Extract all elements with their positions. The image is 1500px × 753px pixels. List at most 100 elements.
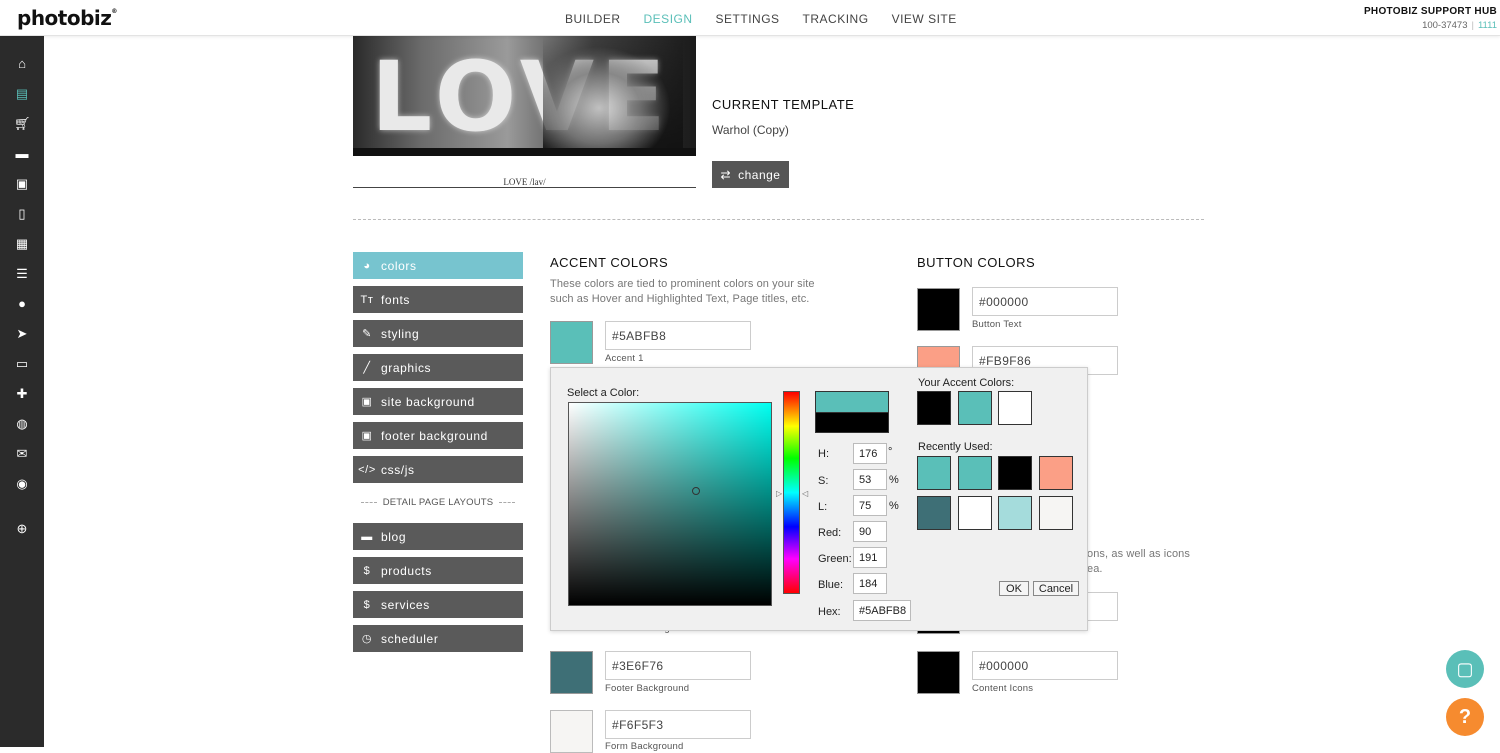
palette-icon: ◕ [363,259,371,272]
recent-color-swatch[interactable] [958,456,992,490]
design-icon[interactable]: ▤ [14,86,30,102]
menu-item-products[interactable]: $ products [353,557,523,584]
menu-item-label: site background [381,394,475,409]
users-icon[interactable]: ● [14,296,30,312]
content-icons-swatch[interactable] [917,651,960,694]
menu-item-styling[interactable]: ✎ styling [353,320,523,347]
hue-arrow-right-icon[interactable]: ◁ [802,489,808,498]
red-input[interactable]: 90 [853,521,887,542]
recent-color-swatch[interactable] [998,456,1032,490]
form-background-hex-input[interactable]: #F6F5F3 [605,710,751,739]
menu-item-footer-background[interactable]: ▣ footer background [353,422,523,449]
recent-color-swatch[interactable] [1039,456,1073,490]
home-icon[interactable]: ⌂ [14,56,30,72]
globe-icon[interactable]: ◍ [14,416,30,432]
menu-item-graphics[interactable]: ╱ graphics [353,354,523,381]
gallery-icon[interactable]: ▣ [14,176,30,192]
saturation-lightness-area[interactable] [568,402,772,606]
accent-colors-desc-2: such as Hover and Highlighted Text, Page… [550,293,810,305]
recent-color-swatch[interactable] [917,456,951,490]
accent-colors-desc-1: These colors are tied to prominent color… [550,278,815,290]
support-hub[interactable]: PHOTOBIZ SUPPORT HUB 100-37473 | 1111 [1364,5,1497,33]
pen-icon: ╱ [363,362,371,374]
footer-background-hex-input[interactable]: #3E6F76 [605,651,751,680]
change-button-label: change [738,167,781,182]
send-icon[interactable]: ➤ [14,326,30,342]
menu-item-scheduler[interactable]: ◷ scheduler [353,625,523,652]
content-icons-hex-input[interactable]: #000000 [972,651,1118,680]
menu-item-label: footer background [381,428,488,443]
menu-item-css-js[interactable]: </> css/js [353,456,523,483]
menu-item-label: products [381,563,432,578]
color-cursor[interactable] [692,487,700,495]
recently-used-label: Recently Used: [918,441,993,453]
image-icon: ▣ [361,396,373,408]
recent-color-swatch[interactable] [998,496,1032,530]
swap-icon: ⇄ [720,167,732,182]
icon-hex-input[interactable] [1087,592,1118,621]
color-picker-dialog: Select a Color: ▷ ◁ H: 176 ° S: 53 % L: … [550,367,1088,631]
menu-item-colors[interactable]: ◕ colors [353,252,523,279]
list-icon[interactable]: ☰ [14,266,30,282]
saturation-input[interactable]: 53 [853,469,887,490]
current-template-title: CURRENT TEMPLATE [712,97,855,112]
blue-input[interactable]: 184 [853,573,887,594]
mail-icon[interactable]: ✉ [14,446,30,462]
puzzle-icon[interactable]: ✚ [14,386,30,402]
icon-colors-desc-1: ons, as well as icons [1087,548,1190,560]
accent-1-hex-input[interactable]: #5ABFB8 [605,321,751,350]
nav-settings[interactable]: SETTINGS [716,12,780,26]
ok-button[interactable]: OK [999,581,1029,596]
hue-slider[interactable] [783,391,800,594]
top-bar: photobiz® BUILDER DESIGN SETTINGS TRACKI… [0,0,1500,36]
cart-icon[interactable]: 🛒︎ [14,116,31,132]
accent-color-swatch[interactable] [998,391,1032,425]
menu-item-blog[interactable]: ▬ blog [353,523,523,550]
accent-color-swatch[interactable] [958,391,992,425]
footer-background-swatch[interactable] [550,651,593,694]
recent-color-swatch[interactable] [1039,496,1073,530]
nav-tracking[interactable]: TRACKING [803,12,869,26]
menu-item-label: scheduler [381,631,439,646]
menu-item-label: blog [381,529,407,544]
button-text-hex-input[interactable]: #000000 [972,287,1118,316]
add-icon[interactable]: ⊕ [14,521,30,537]
hue-input[interactable]: 176 [853,443,887,464]
icon-colors-desc-2: ea. [1087,563,1103,575]
hex-input[interactable]: #5ABFB8 [853,600,911,621]
menu-item-fonts[interactable]: Tт fonts [353,286,523,313]
menu-item-services[interactable]: $ services [353,591,523,618]
account-icon[interactable]: ◉ [14,476,30,492]
green-input[interactable]: 191 [853,547,887,568]
accent-color-swatch[interactable] [917,391,951,425]
select-color-label: Select a Color: [567,387,640,399]
brush-icon: ✎ [362,328,372,340]
change-template-button[interactable]: ⇄ change [712,161,789,188]
recent-color-swatch[interactable] [958,496,992,530]
chat-button[interactable]: ▢ [1446,650,1484,688]
menu-item-label: graphics [381,360,432,375]
dancing-couple-figure [543,36,683,156]
logo[interactable]: photobiz® [17,6,117,30]
new-color-preview [815,391,889,413]
left-sidebar: ⌂ ▤ 🛒︎ ▬ ▣ ▯ ▦ ☰ ● ➤ ▭ ✚ ◍ ✉ ◉ ⊕ [0,36,44,747]
comment-icon[interactable]: ▬ [14,146,30,162]
menu-item-label: colors [381,258,417,273]
page-icon[interactable]: ▯ [14,206,30,222]
button-text-swatch[interactable] [917,288,960,331]
folder-icon[interactable]: ▭ [14,356,30,372]
recent-color-swatch[interactable] [917,496,951,530]
cancel-button[interactable]: Cancel [1033,581,1079,596]
template-footer-text: LOVE /lav/ [503,177,546,187]
nav-design[interactable]: DESIGN [644,12,693,26]
lightness-input[interactable]: 75 [853,495,887,516]
accent-1-swatch[interactable] [550,321,593,364]
button-text-label: Button Text [972,319,1022,330]
help-button[interactable]: ? [1446,698,1484,736]
nav-view-site[interactable]: VIEW SITE [892,12,957,26]
calendar-icon[interactable]: ▦ [14,236,30,252]
template-preview-image: LOVE [353,36,696,156]
nav-builder[interactable]: BUILDER [565,12,621,26]
menu-item-site-background[interactable]: ▣ site background [353,388,523,415]
hue-arrow-left-icon[interactable]: ▷ [776,489,782,498]
